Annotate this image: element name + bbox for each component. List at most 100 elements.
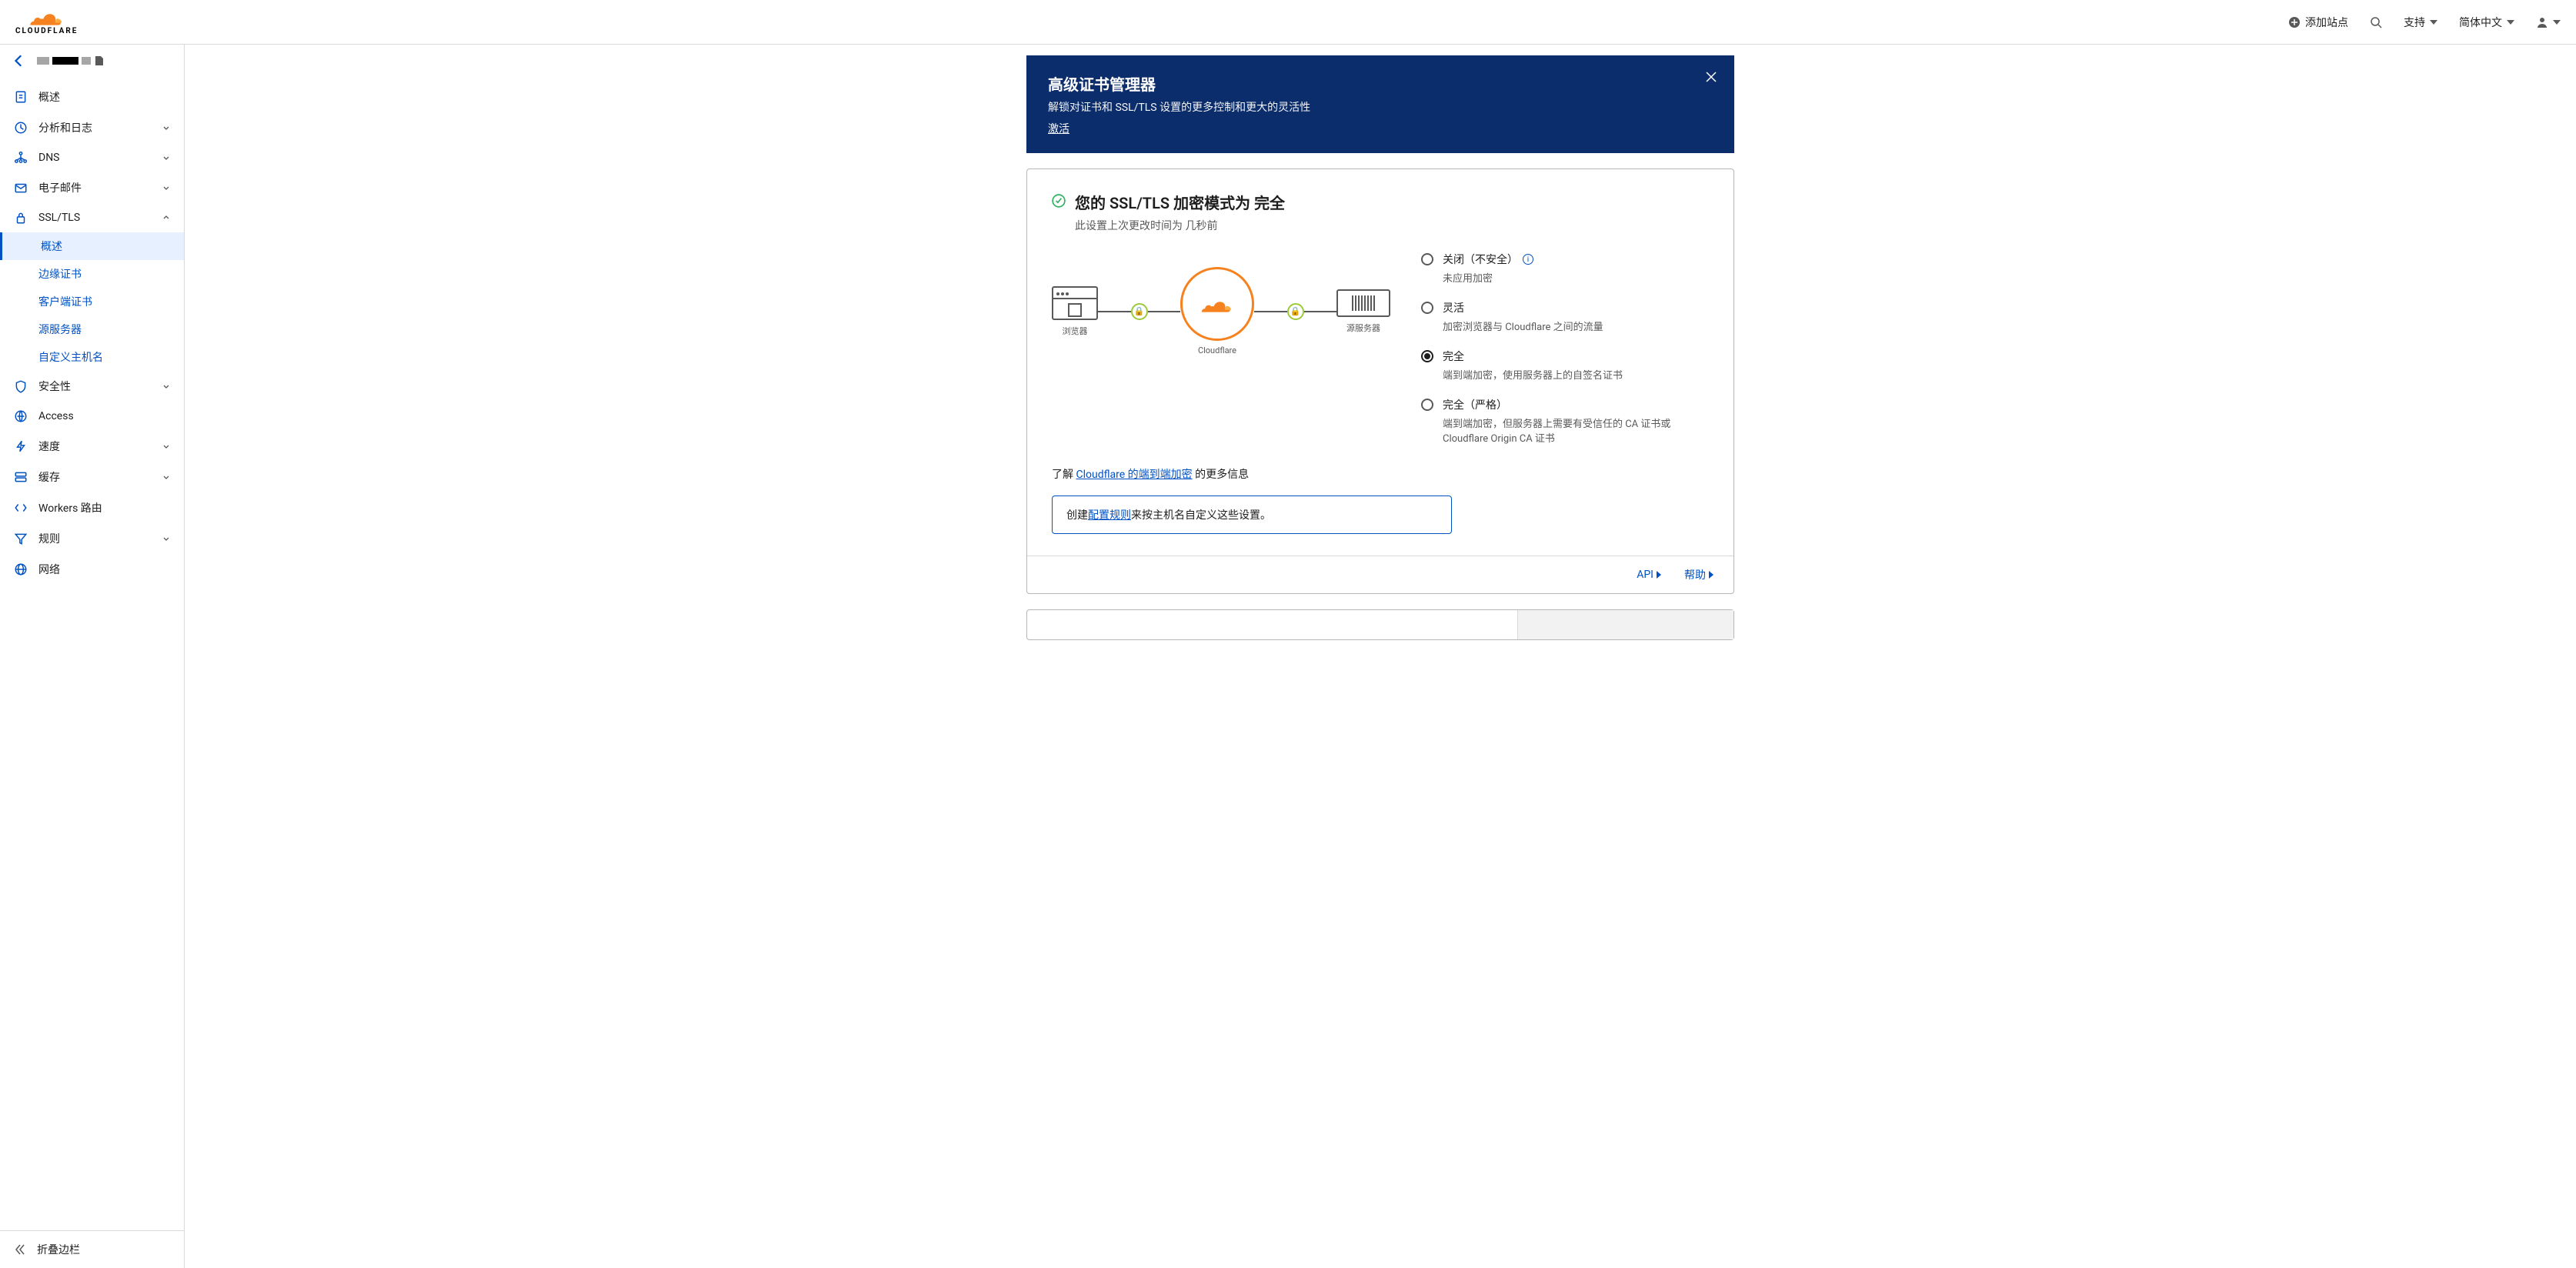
sidebar-item-network[interactable]: 网络 <box>0 554 184 585</box>
sidebar-item-label: 电子邮件 <box>38 180 162 195</box>
network-icon <box>14 151 28 165</box>
banner-activate-link[interactable]: 激活 <box>1048 123 1069 135</box>
ssl-option-strict[interactable]: 完全（严格） 端到端加密，但服务器上需要有受信任的 CA 证书或 Cloudfl… <box>1421 397 1709 445</box>
access-icon <box>14 409 28 423</box>
sidebar-item-email[interactable]: 电子邮件 <box>0 172 184 203</box>
banner-title: 高级证书管理器 <box>1048 72 1713 95</box>
sidebar-item-label: 概述 <box>38 89 170 105</box>
diagram-origin-label: 源服务器 <box>1346 322 1380 334</box>
caret-down-icon <box>2507 20 2514 25</box>
sidebar-item-label: 速度 <box>38 439 162 454</box>
mail-icon <box>14 181 28 195</box>
option-title: 完全 <box>1443 349 1623 364</box>
language-dropdown[interactable]: 简体中文 <box>2459 15 2514 30</box>
sidebar-item-label: 安全性 <box>38 379 162 394</box>
config-rules-link[interactable]: 配置规则 <box>1088 509 1131 522</box>
funnel-icon <box>14 532 28 546</box>
info-icon[interactable]: i <box>1523 254 1533 265</box>
sidebar-item-label: DNS <box>38 152 162 164</box>
site-name[interactable] <box>37 56 103 65</box>
lock-icon: 🔒 <box>1287 303 1304 320</box>
chevron-right-icon <box>1709 571 1715 579</box>
collapse-label: 折叠边栏 <box>37 1242 80 1257</box>
back-arrow-icon[interactable] <box>12 54 26 68</box>
sidebar-item-label: SSL/TLS <box>38 212 162 224</box>
sidebar-item-rules[interactable]: 规则 <box>0 523 184 554</box>
logo-text: CLOUDFLARE <box>15 27 78 35</box>
promo-banner: 高级证书管理器 解锁对证书和 SSL/TLS 设置的更多控制和更大的灵活性 激活 <box>1026 55 1734 153</box>
sidebar-item-label: 缓存 <box>38 469 162 485</box>
help-link[interactable]: 帮助 <box>1684 567 1715 582</box>
option-title: 灵活 <box>1443 300 1603 315</box>
sidebar-site-header <box>0 45 184 77</box>
chevron-down-icon <box>162 382 170 390</box>
sidebar-item-security[interactable]: 安全性 <box>0 371 184 402</box>
support-label: 支持 <box>2404 15 2425 30</box>
ssl-option-flexible[interactable]: 灵活 加密浏览器与 Cloudflare 之间的流量 <box>1421 300 1709 333</box>
option-description: 端到端加密，使用服务器上的自签名证书 <box>1443 367 1623 382</box>
doc-icon <box>14 90 28 104</box>
sidebar-item-ssl[interactable]: SSL/TLS <box>0 203 184 232</box>
chevron-down-icon <box>162 535 170 542</box>
close-icon <box>1703 69 1719 85</box>
ssl-option-off[interactable]: 关闭（不安全） i 未应用加密 <box>1421 252 1709 285</box>
sidebar-subitem-custom-hostnames[interactable]: 自定义主机名 <box>38 343 184 371</box>
sidebar-item-label: Workers 路由 <box>38 500 170 516</box>
sidebar-item-analytics[interactable]: 分析和日志 <box>0 112 184 143</box>
radio-button[interactable] <box>1421 350 1433 362</box>
chevron-down-icon <box>162 184 170 192</box>
radio-button[interactable] <box>1421 253 1433 265</box>
learn-more-text: 了解 Cloudflare 的端到端加密 的更多信息 <box>1052 466 1709 482</box>
sidebar-item-speed[interactable]: 速度 <box>0 431 184 462</box>
sidebar-item-overview[interactable]: 概述 <box>0 82 184 112</box>
plus-circle-icon <box>2288 16 2301 28</box>
sidebar-subitem-edge-certs[interactable]: 边缘证书 <box>38 260 184 288</box>
ssl-option-full[interactable]: 完全 端到端加密，使用服务器上的自签名证书 <box>1421 349 1709 382</box>
sidebar-item-dns[interactable]: DNS <box>0 143 184 172</box>
radio-button[interactable] <box>1421 302 1433 314</box>
app-header: CLOUDFLARE 添加站点 支持 简体中文 <box>0 0 2576 45</box>
sidebar-item-access[interactable]: Access <box>0 402 184 431</box>
banner-description: 解锁对证书和 SSL/TLS 设置的更多控制和更大的灵活性 <box>1048 99 1713 115</box>
sidebar-subitem-ssl-overview[interactable]: 概述 <box>0 232 184 260</box>
chevron-down-icon <box>162 473 170 481</box>
sidebar-subitem-origin-server[interactable]: 源服务器 <box>38 315 184 343</box>
user-icon <box>2536 16 2548 28</box>
lock-icon <box>14 211 28 225</box>
ssl-status-title: 您的 SSL/TLS 加密模式为 完全 <box>1075 191 1285 213</box>
collapse-sidebar-button[interactable]: 折叠边栏 <box>0 1230 184 1268</box>
caret-down-icon <box>2430 20 2438 25</box>
bolt-icon <box>14 439 28 453</box>
sidebar-item-label: 规则 <box>38 531 162 546</box>
support-dropdown[interactable]: 支持 <box>2404 15 2438 30</box>
page-icon <box>95 56 103 65</box>
sidebar-subitem-client-certs[interactable]: 客户端证书 <box>38 288 184 315</box>
cloudflare-logo[interactable]: CLOUDFLARE <box>15 8 78 35</box>
chevron-right-icon <box>1657 571 1663 579</box>
sidebar-item-label: 网络 <box>38 562 170 577</box>
chevron-down-icon <box>162 214 170 222</box>
next-card-placeholder <box>1026 609 1734 640</box>
shield-icon <box>14 379 28 393</box>
api-link[interactable]: API <box>1637 567 1663 582</box>
cache-icon <box>14 470 28 484</box>
search-button[interactable] <box>2370 16 2382 28</box>
check-circle-icon <box>1052 194 1066 208</box>
sidebar: 概述 分析和日志 DNS 电子邮件 SSL/TLS 概述边缘证书客户端证书源服务… <box>0 45 185 1268</box>
sidebar-item-workers[interactable]: Workers 路由 <box>0 492 184 523</box>
lock-icon: 🔒 <box>1131 303 1148 320</box>
search-icon <box>2370 16 2382 28</box>
browser-icon <box>1052 286 1098 320</box>
user-menu[interactable] <box>2536 16 2561 28</box>
add-site-button[interactable]: 添加站点 <box>2288 15 2348 30</box>
sidebar-item-cache[interactable]: 缓存 <box>0 462 184 492</box>
ssl-mode-card: 您的 SSL/TLS 加密模式为 完全 此设置上次更改时间为 几秒前 浏览器 � <box>1026 169 1734 594</box>
chevron-down-icon <box>162 124 170 132</box>
server-icon <box>1336 289 1390 317</box>
learn-more-link[interactable]: Cloudflare 的端到端加密 <box>1076 469 1192 481</box>
add-site-label: 添加站点 <box>2305 15 2348 30</box>
banner-close-button[interactable] <box>1703 69 1719 88</box>
option-description: 端到端加密，但服务器上需要有受信任的 CA 证书或 Cloudflare Ori… <box>1443 415 1709 445</box>
radio-button[interactable] <box>1421 399 1433 411</box>
cloud-icon <box>24 8 70 27</box>
